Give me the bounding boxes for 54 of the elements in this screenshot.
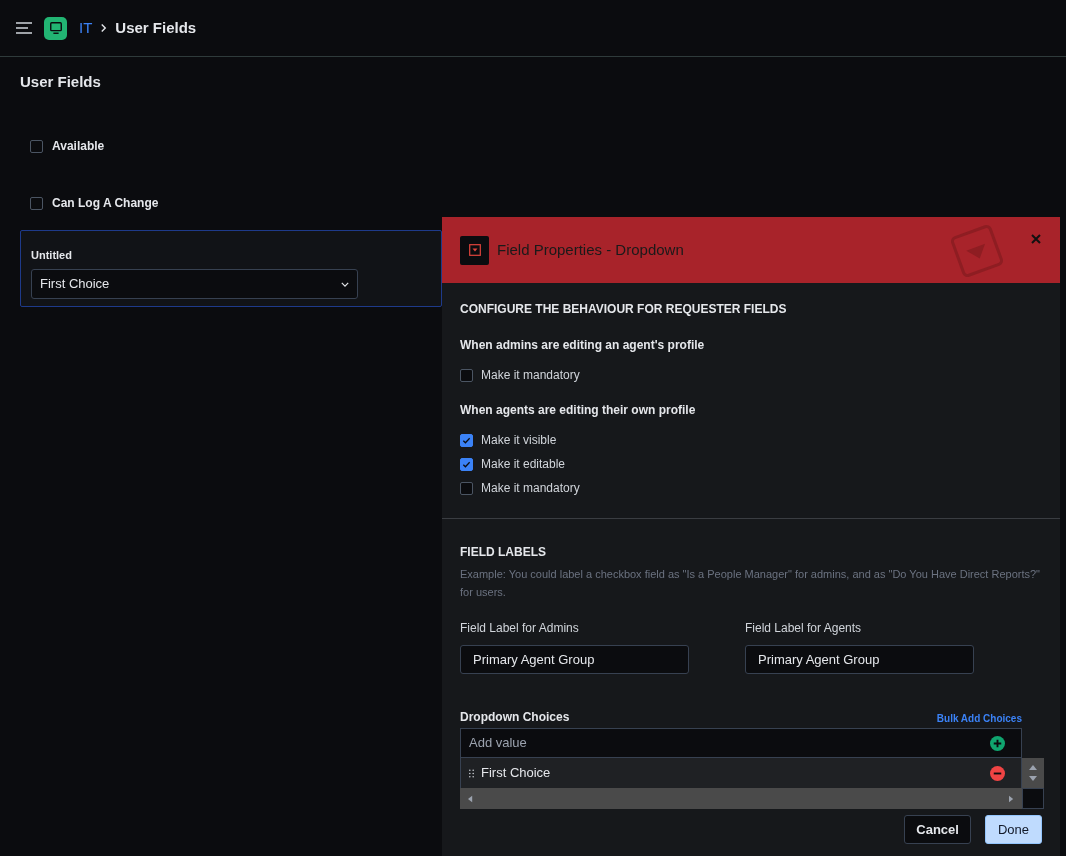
- page-title: User Fields: [20, 72, 102, 92]
- option-label: Make it editable: [481, 456, 566, 473]
- hint-text: Example: You could label a checkbox field as "Is a People Manager" for admins, and as "Do You Have Direct Reports?" for users.: [460, 567, 1041, 600]
- scrollbar-corner: [1022, 788, 1044, 809]
- checkbox-label: Can Log A Change: [52, 195, 159, 212]
- chevron-down-icon: [341, 281, 349, 287]
- checkbox[interactable]: [460, 368, 473, 382]
- breadcrumb-current: User Fields: [115, 17, 197, 38]
- remove-icon[interactable]: [990, 765, 1005, 781]
- option-label: Make it mandatory: [481, 480, 580, 497]
- chevron-right-icon: [100, 23, 108, 33]
- field-card[interactable]: Untitled First Choice: [20, 229, 442, 307]
- bulk-add-link[interactable]: Bulk Add Choices: [936, 711, 1022, 726]
- option-label: Make it mandatory: [481, 367, 580, 384]
- done-button[interactable]: Done: [984, 815, 1042, 844]
- drag-handle-icon[interactable]: [469, 768, 474, 778]
- input-label: Field Label for Agents: [745, 620, 863, 637]
- section-heading: CONFIGURE THE BEHAVIOUR FOR REQUESTER FIELDS: [460, 301, 788, 318]
- dropdown-type-icon: [460, 235, 489, 265]
- checkbox[interactable]: [460, 457, 473, 471]
- checkbox-label: Available: [52, 138, 105, 155]
- scroll-right-icon[interactable]: [1009, 794, 1014, 803]
- add-icon[interactable]: [990, 735, 1005, 751]
- add-value-field[interactable]: Add value: [460, 728, 1022, 758]
- cancel-button[interactable]: Cancel: [904, 815, 971, 844]
- horizontal-scrollbar[interactable]: [460, 788, 1022, 809]
- group-heading: When agents are editing their own profile: [460, 402, 697, 419]
- check-icon: [462, 435, 471, 445]
- monitor-icon: [44, 16, 67, 40]
- field-label: Untitled: [31, 247, 73, 263]
- close-icon[interactable]: [1031, 234, 1041, 244]
- scroll-down-icon[interactable]: [1029, 776, 1037, 781]
- menu-icon[interactable]: [16, 22, 32, 34]
- checkbox[interactable]: [460, 481, 473, 495]
- panel-title: Field Properties - Dropdown: [497, 239, 684, 260]
- scroll-left-icon[interactable]: [468, 794, 473, 803]
- dropdown-select[interactable]: First Choice: [31, 269, 358, 299]
- scroll-up-icon[interactable]: [1029, 765, 1037, 770]
- choice-row[interactable]: First Choice: [460, 758, 1022, 788]
- input-field[interactable]: Primary Agent Group: [460, 645, 689, 674]
- choices-heading: Dropdown Choices: [460, 709, 570, 726]
- group-heading: When admins are editing an agent's profile: [460, 337, 706, 354]
- breadcrumb-link[interactable]: IT: [79, 16, 93, 40]
- checkbox[interactable]: [30, 139, 43, 153]
- input-field[interactable]: Primary Agent Group: [745, 645, 974, 674]
- check-icon: [462, 459, 471, 469]
- choice-label: First Choice: [481, 764, 552, 783]
- input-label: Field Label for Admins: [460, 620, 580, 637]
- checkbox[interactable]: [30, 196, 43, 210]
- section-heading: FIELD LABELS: [460, 544, 547, 561]
- vertical-scrollbar[interactable]: [1022, 758, 1044, 788]
- add-value-placeholder: Add value: [469, 734, 527, 753]
- checkbox[interactable]: [460, 433, 473, 447]
- option-label: Make it visible: [481, 432, 557, 449]
